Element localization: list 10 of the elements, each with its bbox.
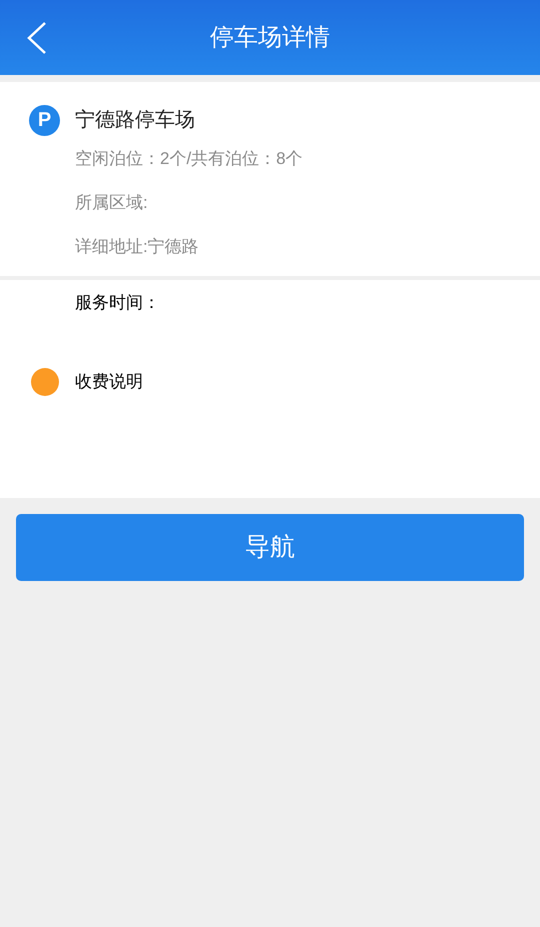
back-icon[interactable] xyxy=(27,22,47,54)
window-title: 停车场详情 xyxy=(210,22,330,52)
detail-text: 空闲泊位：2个/共有泊位：8个 xyxy=(75,148,304,170)
service-hours-label: 服务时间： xyxy=(75,292,161,314)
parking-lot-name: 宁德路停车场 xyxy=(75,108,195,133)
detail-text: 所属区域: xyxy=(75,192,149,214)
navigate-button[interactable]: 导航 xyxy=(16,514,524,581)
fee-description-label: 收费说明 xyxy=(75,370,143,393)
parking-icon: P xyxy=(29,104,60,136)
detail-text: 详细地址:宁德路 xyxy=(75,236,200,258)
